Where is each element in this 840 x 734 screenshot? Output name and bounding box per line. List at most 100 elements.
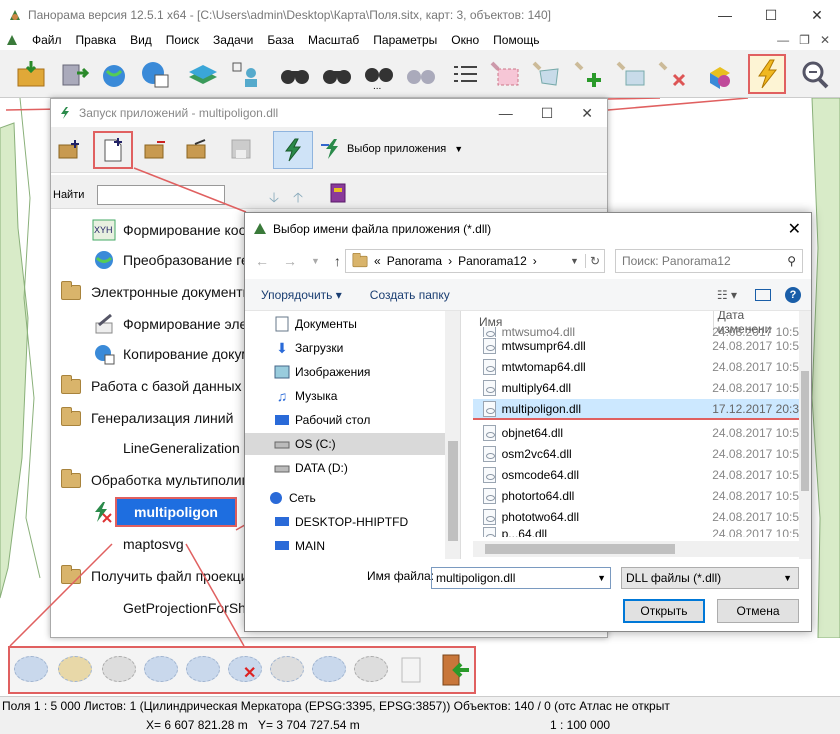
tree-item[interactable]: maptosvg (123, 529, 184, 559)
menu-scale[interactable]: Масштаб (308, 33, 359, 47)
exit-door-icon[interactable] (438, 652, 472, 688)
polygon-delete-icon[interactable]: ✕ (228, 656, 262, 682)
minimize-button[interactable]: — (702, 0, 748, 30)
polygon-check-icon[interactable] (14, 656, 48, 682)
run-application-icon[interactable] (748, 54, 786, 94)
table-row[interactable]: multiply64.dll 24.08.2017 10:5 (473, 377, 799, 398)
breadcrumb-panorama12[interactable]: Panorama12 (458, 254, 527, 268)
layers-icon[interactable] (184, 54, 222, 94)
forward-arrow-icon[interactable]: → (283, 253, 297, 269)
nav-drive-c[interactable]: OS (C:) (245, 433, 445, 455)
open-folder-small-icon[interactable] (183, 135, 211, 163)
user-tree-icon[interactable] (226, 54, 264, 94)
tree-folder[interactable]: Электронные документы (61, 277, 253, 307)
add-folder-icon[interactable] (55, 135, 83, 163)
binoculars-disabled-icon[interactable] (402, 54, 440, 94)
recent-dropdown-icon[interactable]: ▼ (311, 256, 320, 266)
back-arrow-icon[interactable]: ← (255, 253, 269, 269)
help-book-icon[interactable] (327, 181, 349, 205)
preview-pane-icon[interactable] (755, 288, 771, 301)
nav-computer-desktop[interactable]: DESKTOP-HHIPTFD (273, 511, 408, 533)
find-down-icon[interactable]: 🡣 (269, 187, 279, 211)
database-icon[interactable] (56, 54, 94, 94)
nav-network[interactable]: Сеть (267, 487, 316, 509)
select-object-icon[interactable] (528, 54, 566, 94)
open-button[interactable]: Открыть (623, 599, 705, 623)
tree-folder[interactable]: Получить файл проекци (61, 561, 249, 591)
filename-dropdown-icon[interactable]: ▼ (597, 573, 606, 583)
table-row[interactable]: objnet64.dll 24.08.2017 10:5 (473, 422, 799, 443)
tree-item[interactable]: GetProjectionForSh (123, 593, 246, 623)
launch-dialog-minimize[interactable]: — (499, 105, 513, 122)
table-row[interactable]: phototwo64.dll 24.08.2017 10:5 (473, 506, 799, 527)
globe-list-icon[interactable] (136, 54, 174, 94)
nav-documents[interactable]: Документы (273, 313, 357, 335)
view-options-icon[interactable]: ☷ ▾ (717, 288, 737, 302)
menu-help[interactable]: Помощь (493, 33, 539, 47)
help-icon[interactable]: ? (785, 286, 801, 303)
polygon-import-icon[interactable] (186, 656, 220, 682)
table-row[interactable]: mtwsumpr64.dll 24.08.2017 10:5 (473, 335, 799, 356)
table-row[interactable]: mtwtomap64.dll 24.08.2017 10:5 (473, 356, 799, 377)
tree-item-selected[interactable]: multipoligon (91, 497, 237, 527)
polygon-cut-icon[interactable] (270, 656, 304, 682)
globe-open-icon[interactable] (96, 54, 134, 94)
tree-item[interactable]: Преобразование ге (91, 245, 249, 275)
breadcrumb-panorama[interactable]: Panorama (387, 254, 442, 268)
nav-music[interactable]: ♫ Музыка (273, 385, 338, 407)
polygon-select-icon[interactable] (58, 656, 92, 682)
close-button[interactable]: ✕ (794, 0, 840, 30)
nav-drive-d[interactable]: DATA (D:) (273, 457, 348, 479)
open-folder-icon[interactable] (12, 54, 50, 94)
table-row[interactable]: p...64.dll 24.08.2017 10:5 (473, 527, 799, 537)
select-area-icon[interactable] (612, 54, 650, 94)
deselect-icon[interactable] (654, 54, 692, 94)
select-polygon-icon[interactable] (486, 54, 524, 94)
tree-folder[interactable]: Обработка мультиполиг (61, 465, 247, 495)
horizontal-scrollbar[interactable] (473, 541, 799, 557)
polygon-disabled-icon[interactable] (354, 656, 388, 682)
menu-file[interactable]: Файл (32, 33, 62, 47)
file-scrollbar[interactable] (799, 311, 811, 559)
address-bar[interactable]: « Panorama › Panorama12 › ▼ ↻ (345, 249, 605, 273)
menu-window[interactable]: Окно (451, 33, 479, 47)
tree-item[interactable]: XYH Формирование коо (91, 215, 246, 245)
menu-parameters[interactable]: Параметры (373, 33, 437, 47)
menu-tasks[interactable]: Задачи (213, 33, 253, 47)
binoculars-next-icon[interactable] (318, 54, 356, 94)
nav-computer-main[interactable]: MAIN (273, 535, 325, 557)
list-icon[interactable] (446, 54, 484, 94)
menu-view[interactable]: Вид (130, 33, 152, 47)
menu-database[interactable]: База (267, 33, 294, 47)
polygon-export-icon[interactable] (144, 656, 178, 682)
add-to-selection-icon[interactable] (570, 54, 608, 94)
select-application-button[interactable]: Выбор приложения ▼ (319, 137, 463, 161)
polygon-dashed-icon[interactable] (102, 656, 136, 682)
binoculars-icon[interactable] (276, 54, 314, 94)
tree-folder[interactable]: Генерализация линий (61, 403, 233, 433)
3d-shapes-icon[interactable] (702, 54, 740, 94)
table-row[interactable]: osm2vc64.dll 24.08.2017 10:5 (473, 443, 799, 464)
find-input[interactable] (97, 185, 225, 205)
menu-edit[interactable]: Правка (76, 33, 117, 47)
nav-desktop[interactable]: Рабочий стол (273, 409, 370, 431)
table-row[interactable]: photorto64.dll 24.08.2017 10:5 (473, 485, 799, 506)
polygon-merge-icon[interactable] (312, 656, 346, 682)
remove-folder-icon[interactable] (141, 135, 169, 163)
nav-downloads[interactable]: ⬇ Загрузки (273, 337, 343, 359)
menu-search[interactable]: Поиск (166, 33, 199, 47)
mdi-close-button[interactable]: ✕ (820, 33, 830, 47)
new-folder-button[interactable]: Создать папку (370, 288, 450, 302)
maximize-button[interactable]: ☐ (748, 0, 794, 30)
launch-dialog-maximize[interactable]: ☐ (541, 105, 554, 122)
breadcrumb-prefix[interactable]: « (374, 254, 381, 268)
table-row[interactable]: osmcode64.dll 24.08.2017 10:5 (473, 464, 799, 485)
find-up-icon[interactable]: 🡡 (293, 187, 303, 211)
file-dialog-close[interactable]: ✕ (788, 219, 801, 239)
launch-dialog-close[interactable]: ✕ (581, 105, 593, 122)
tree-item[interactable]: Копирование докум (91, 339, 251, 369)
tree-folder[interactable]: Работа с базой данных (61, 371, 242, 401)
mdi-minimize-button[interactable]: — (777, 33, 789, 47)
cancel-button[interactable]: Отмена (717, 599, 799, 623)
tree-item[interactable]: Формирование эле (91, 309, 247, 339)
